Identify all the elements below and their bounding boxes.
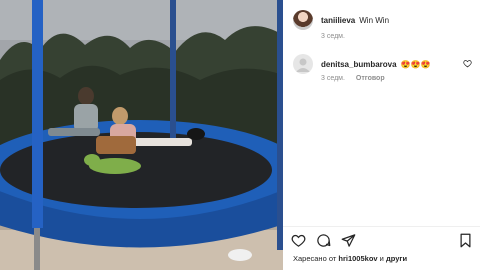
comment-time: 3 седм. (321, 75, 345, 82)
comment-meta: 3 седм. Отговор (321, 75, 385, 82)
likes-conjunction: и (379, 254, 384, 263)
comment-author[interactable]: denitsa_bumbarova (321, 60, 397, 69)
divider (283, 226, 480, 227)
caption-time: 3 седм. (321, 33, 345, 40)
heart-icon[interactable] (291, 233, 306, 248)
caption-text: Win Win (359, 15, 390, 25)
bookmark-icon[interactable] (459, 233, 472, 248)
likes-summary: Харесано от hri1005kov и други (293, 254, 407, 263)
caption-author[interactable]: taniilieva (321, 16, 355, 25)
caption-row: taniilieva Win Win (293, 10, 472, 30)
likes-others[interactable]: други (386, 254, 407, 263)
author-avatar[interactable] (293, 10, 313, 30)
comment-icon[interactable] (316, 233, 331, 248)
comment-like-icon[interactable] (463, 55, 472, 73)
default-user-icon (296, 58, 310, 72)
comment-text: 😍😍😍 (400, 59, 431, 69)
post-photo[interactable] (0, 0, 283, 270)
reply-button[interactable]: Отговор (356, 75, 385, 82)
likes-prefix: Харесано от (293, 254, 337, 263)
comment-row: denitsa_bumbarova 😍😍😍 (293, 54, 472, 74)
likes-user[interactable]: hri1005kov (338, 254, 377, 263)
commenter-avatar[interactable] (293, 54, 313, 74)
action-bar (291, 230, 472, 250)
share-icon[interactable] (341, 233, 356, 248)
post-sidebar: taniilieva Win Win 3 седм. denitsa_bumba… (283, 0, 480, 270)
trampoline-photo-illustration (0, 0, 283, 270)
